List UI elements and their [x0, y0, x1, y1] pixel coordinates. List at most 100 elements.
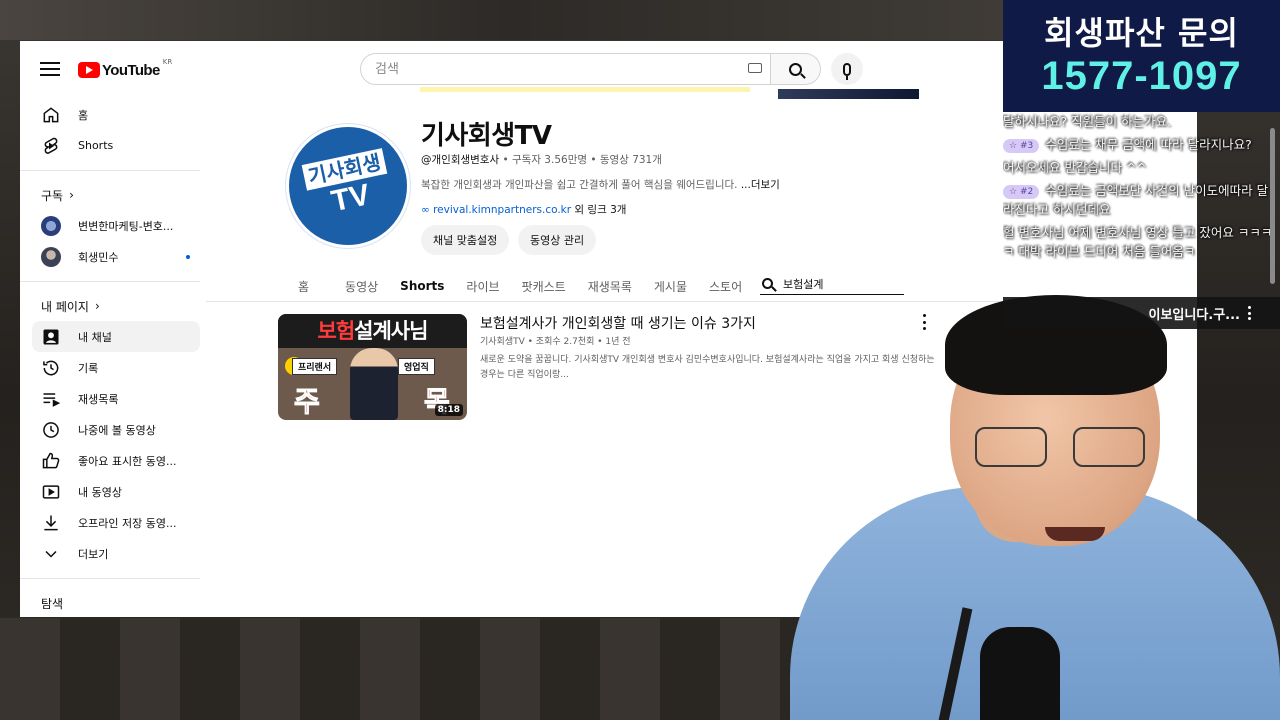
chat-message-text: 어서오세요 반갑습니다 ^^	[1003, 160, 1147, 175]
sidebar-item-liked-videos[interactable]: 좋아요 표시한 동영...	[32, 445, 200, 476]
manage-videos-button[interactable]: 동영상 관리	[518, 225, 597, 255]
sidebar-item-label: 내 채널	[78, 330, 112, 344]
chat-message: 헐 변호사님 어제 변호사님 영상 틀고 잤어요 ㅋㅋㅋㅋ 대박 라이브 드디어…	[1003, 223, 1273, 261]
channel-link-url: revival.kimnpartners.co.kr	[433, 204, 572, 216]
channel-links: ∞ revival.kimnpartners.co.kr 외 링크 3개	[421, 202, 626, 217]
channel-banner-image	[778, 89, 919, 99]
video-thumbnail[interactable]: 보험설계사님 ! 프리랜서 영업직 주 목 8:18	[278, 314, 467, 420]
sidebar-item-label: 내 동영상	[78, 485, 122, 499]
clock-icon	[40, 419, 62, 441]
sidebar-subscription-item[interactable]: 변변한마케팅-변호...	[32, 210, 200, 241]
tab-shorts[interactable]: Shorts	[400, 279, 444, 293]
channel-avatar	[40, 215, 62, 237]
video-title[interactable]: 보험설계사가 개인회생할 때 생기는 이슈 3가지	[480, 313, 756, 333]
logo-region: KR	[162, 58, 173, 66]
search-button[interactable]	[771, 53, 821, 85]
presenter-webcam	[780, 287, 1280, 720]
thumbs-up-icon	[40, 450, 62, 472]
search-input[interactable]	[375, 61, 735, 77]
video-icon	[40, 481, 62, 503]
menu-icon[interactable]	[38, 58, 62, 80]
customize-channel-button[interactable]: 채널 맞춤설정	[421, 225, 510, 255]
sidebar-item-my-channel[interactable]: 내 채널	[32, 321, 200, 352]
studio-microphone	[980, 627, 1060, 720]
thumbnail-tag: 프리랜서	[292, 358, 338, 375]
sidebar-item-label: 더보기	[78, 547, 109, 561]
sidebar-item-playlists[interactable]: 재생목록	[32, 383, 200, 414]
thumbnail-title: 보험설계사님	[278, 314, 467, 348]
sidebar-subscription-item[interactable]: 회생민수	[32, 241, 200, 272]
channel-description-text: 복잡한 개인회생과 개인파산을 쉽고 간결하게 풀어 핵심을 웨어드립니다.	[421, 179, 741, 191]
pinned-message-text: 이보입니다.구...	[1148, 307, 1240, 323]
channel-handle: @개인회생변호사	[421, 154, 500, 166]
chat-rank-badge: ☆ #3	[1003, 138, 1040, 153]
youtube-logo[interactable]: YouTube KR	[78, 58, 173, 81]
search-box	[360, 53, 771, 85]
microphone-icon	[843, 62, 851, 80]
new-content-dot	[186, 254, 190, 259]
pinned-message-bar[interactable]: 이보입니다.구...	[1003, 297, 1280, 329]
tab-posts[interactable]: 게시물	[654, 278, 687, 295]
channel-link[interactable]: ∞ revival.kimnpartners.co.kr	[421, 204, 571, 216]
sidebar-item-label: 좋아요 표시한 동영...	[78, 454, 177, 468]
keyboard-icon[interactable]	[748, 63, 762, 73]
my-page-header-label: 내 페이지	[41, 299, 89, 314]
search-icon[interactable]	[762, 278, 773, 289]
sidebar-item-shorts[interactable]: Shorts	[32, 130, 200, 161]
channel-meta: @개인회생변호사 • 구독자 3.56만명 • 동영상 731개	[421, 152, 662, 167]
channel-link-extra[interactable]: 외 링크 3개	[571, 204, 626, 216]
chat-message: ☆ #2 수임료는 금액보단 사건의 난이도에따라 달라진다고 하시던데요	[1003, 181, 1273, 219]
channel-stats: • 구독자 3.56만명 • 동영상 731개	[499, 154, 662, 166]
sidebar-divider	[20, 170, 200, 171]
chevron-down-icon	[40, 543, 62, 565]
more-link[interactable]: ...더보기	[741, 179, 780, 191]
contact-banner: 회생파산 문의 1577-1097	[1003, 0, 1280, 112]
channel-name: 기사회생TV	[421, 121, 552, 151]
tab-playlists[interactable]: 재생목록	[588, 278, 632, 295]
channel-tabs: 홈 동영상 Shorts 라이브 팟캐스트 재생목록 게시물 스토어	[286, 271, 764, 301]
sidebar-item-more[interactable]: 더보기	[32, 538, 200, 569]
download-icon	[40, 512, 62, 534]
glasses-icon	[975, 427, 1145, 467]
tab-home[interactable]: 홈	[298, 278, 309, 295]
sidebar-divider	[20, 281, 200, 282]
chat-message: 달하시나요? 직원들이 하는가요.	[1003, 112, 1273, 131]
explore-header: 탐색	[32, 588, 200, 617]
sidebar-item-home[interactable]: 홈	[32, 99, 200, 130]
voice-search-button[interactable]	[831, 53, 863, 85]
sidebar-item-downloads[interactable]: 오프라인 저장 동영...	[32, 507, 200, 538]
chat-message-text: 수임료는 금액보단 사건의 난이도에따라 달라진다고 하시던데요	[1003, 183, 1269, 217]
sidebar-item-label: 재생목록	[78, 392, 119, 406]
chat-scrollbar[interactable]	[1270, 128, 1275, 284]
link-icon: ∞	[421, 204, 434, 216]
chat-message: 어서오세요 반갑습니다 ^^	[1003, 158, 1273, 177]
tab-live[interactable]: 라이브	[466, 278, 499, 295]
sidebar-item-history[interactable]: 기록	[32, 352, 200, 383]
sidebar-divider	[20, 578, 200, 579]
chevron-right-icon: ›	[94, 299, 100, 313]
home-icon	[40, 104, 62, 126]
tab-videos[interactable]: 동영상	[345, 278, 378, 295]
tab-podcasts[interactable]: 팟캐스트	[522, 278, 566, 295]
sidebar-item-label: 회생민수	[78, 250, 119, 264]
youtube-play-icon	[78, 62, 100, 78]
thumbnail-tag: 영업직	[398, 358, 435, 375]
sidebar-item-my-videos[interactable]: 내 동영상	[32, 476, 200, 507]
chat-message: ☆ #3 수임료는 채무 금액에 따라 달라지나요?	[1003, 135, 1273, 154]
contact-banner-title: 회생파산 문의	[1044, 14, 1239, 52]
video-meta: 기사회생TV • 조회수 2.7천회 • 1년 전	[480, 337, 631, 347]
sidebar-item-label: 홈	[78, 108, 89, 122]
tab-store[interactable]: 스토어	[709, 278, 742, 295]
sidebar-item-watch-later[interactable]: 나중에 볼 동영상	[32, 414, 200, 445]
sidebar-item-label: 변변한마케팅-변호...	[78, 219, 174, 233]
channel-avatar-large[interactable]: 기사회생 TV	[286, 124, 410, 248]
my-page-header[interactable]: 내 페이지 ›	[32, 291, 200, 321]
thumbnail-title-rest: 설계사님	[354, 319, 428, 343]
more-actions-icon[interactable]	[1248, 306, 1252, 320]
channel-description[interactable]: 복잡한 개인회생과 개인파산을 쉽고 간결하게 풀어 핵심을 웨어드립니다. .…	[421, 177, 780, 192]
channel-avatar	[40, 246, 62, 268]
chat-rank-badge: ☆ #2	[1003, 184, 1040, 199]
subscriptions-header[interactable]: 구독 ›	[32, 180, 200, 210]
channel-banner-edge	[420, 87, 750, 92]
chat-message-text: 달하시나요? 직원들이 하는가요.	[1003, 114, 1172, 129]
